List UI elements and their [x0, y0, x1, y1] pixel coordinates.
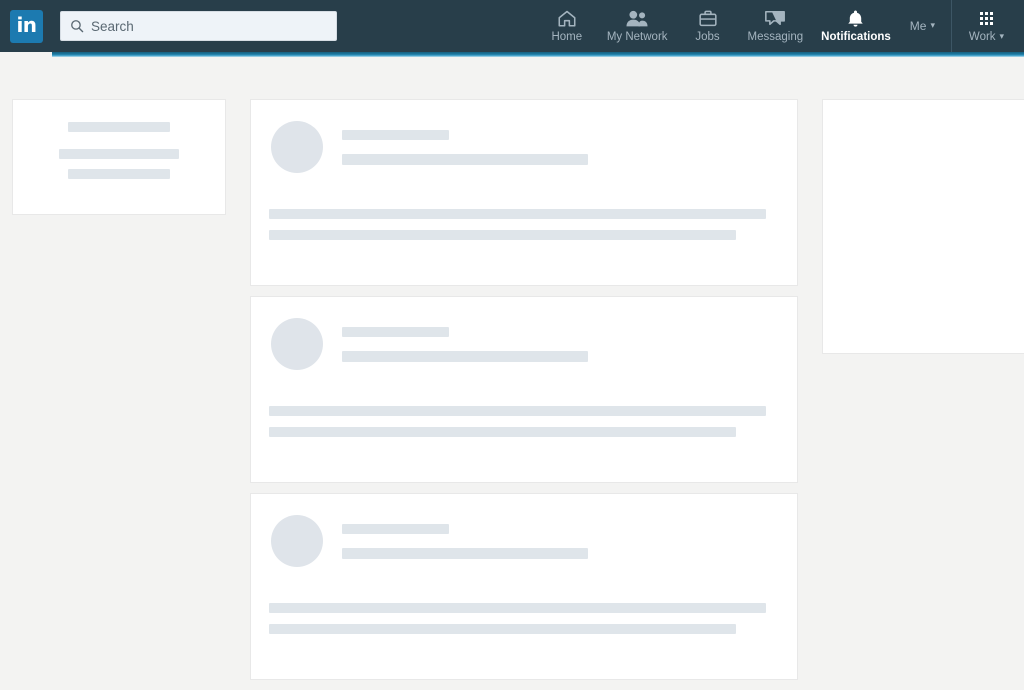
post-header	[271, 121, 588, 173]
nav-item-work-label: Work ▾	[969, 31, 1004, 44]
skeleton-line	[269, 406, 766, 416]
skeleton-line	[342, 351, 588, 362]
logo-text: in	[16, 13, 37, 37]
post-skeleton-card	[250, 493, 798, 680]
home-icon	[557, 7, 577, 29]
skeleton-line	[342, 524, 449, 534]
nav-item-me-label: Me	[909, 18, 927, 33]
message-icon	[764, 7, 786, 29]
top-navigation-bar: in Search Home My Network Jobs Messaging…	[0, 0, 1024, 52]
feed-column	[250, 99, 798, 690]
skeleton-line	[68, 169, 170, 179]
skeleton-line	[68, 122, 170, 132]
skeleton-line	[342, 130, 449, 140]
nav-item-work-text: Work	[968, 31, 996, 43]
avatar	[271, 121, 323, 173]
post-header	[271, 515, 588, 567]
post-skeleton-card	[250, 296, 798, 483]
search-input[interactable]: Search	[60, 11, 337, 41]
post-header-lines	[342, 515, 588, 559]
post-header-lines	[342, 121, 588, 165]
nav-item-me[interactable]: Me ▾	[900, 0, 949, 52]
nav-item-messaging[interactable]: Messaging	[739, 0, 813, 52]
right-rail	[822, 99, 1024, 354]
nav-left-group: in Search	[0, 0, 337, 52]
bell-icon	[846, 7, 865, 29]
skeleton-line	[269, 603, 766, 613]
post-body	[269, 209, 766, 240]
grid-icon	[980, 7, 993, 29]
left-rail	[12, 99, 226, 215]
page-body	[0, 57, 1024, 683]
briefcase-icon	[698, 7, 718, 29]
linkedin-logo[interactable]: in	[10, 9, 43, 43]
nav-item-my-network[interactable]: My Network	[598, 0, 677, 52]
search-icon	[70, 19, 84, 33]
skeleton-line	[269, 427, 736, 437]
profile-skeleton-card	[12, 99, 226, 215]
page-loading-progress-bar	[52, 52, 1024, 57]
nav-item-notifications[interactable]: Notifications	[812, 0, 900, 52]
avatar	[271, 318, 323, 370]
nav-item-work[interactable]: Work ▾	[954, 0, 1024, 52]
skeleton-line	[342, 154, 588, 165]
nav-item-my-network-label: My Network	[606, 31, 668, 43]
post-header	[271, 318, 588, 370]
nav-item-jobs[interactable]: Jobs	[677, 0, 739, 52]
skeleton-line	[342, 548, 588, 559]
nav-item-home-label: Home	[551, 31, 583, 43]
nav-item-jobs-label: Jobs	[695, 31, 720, 43]
post-body	[269, 406, 766, 437]
work-chevron-down-icon: ▾	[999, 31, 1005, 41]
skeleton-line	[269, 624, 736, 634]
avatar	[271, 515, 323, 567]
chevron-down-icon: ▾	[930, 19, 935, 30]
post-skeleton-card	[250, 99, 798, 286]
promo-empty-card	[822, 99, 1024, 354]
skeleton-line	[342, 327, 449, 337]
nav-item-messaging-label: Messaging	[747, 31, 804, 43]
nav-divider	[951, 0, 952, 52]
post-body	[269, 603, 766, 634]
nav-item-home[interactable]: Home	[536, 0, 598, 52]
nav-item-notifications-label: Notifications	[821, 31, 891, 43]
people-icon	[625, 7, 649, 29]
post-header-lines	[342, 318, 588, 362]
nav-right-group: Home My Network Jobs Messaging Notificat…	[536, 0, 1024, 52]
skeleton-line	[269, 209, 766, 219]
skeleton-line	[269, 230, 736, 240]
search-placeholder: Search	[91, 18, 134, 34]
skeleton-line	[59, 149, 179, 159]
